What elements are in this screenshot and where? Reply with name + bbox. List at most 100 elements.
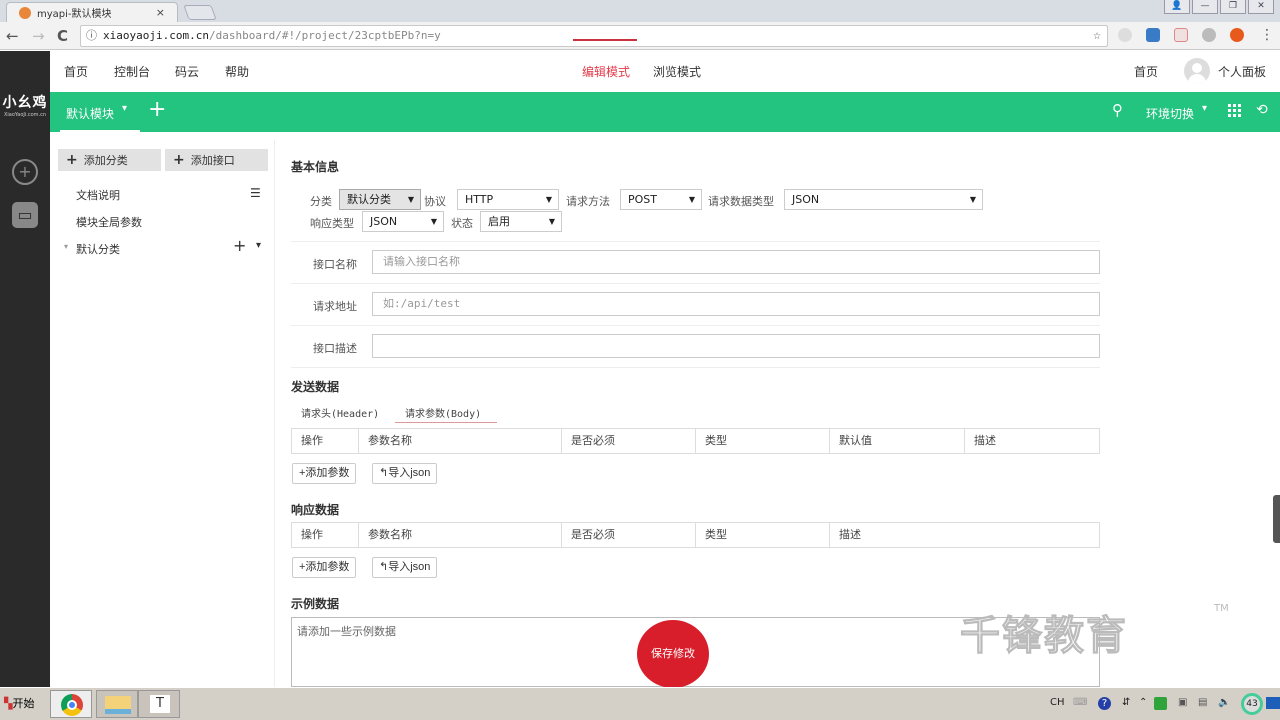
logo-subtext: XiaoYaoJi.com.cn [3,112,47,118]
active-module-underline [60,130,140,132]
info-icon[interactable]: ⓘ [86,26,97,46]
avatar[interactable] [1184,58,1210,84]
close-window-button[interactable]: ✕ [1248,0,1274,14]
tray-app-icon[interactable] [1154,697,1167,710]
interface-desc-input[interactable] [372,334,1100,358]
tab-request-header[interactable]: 请求头(Header) [301,405,379,420]
browser-menu-icon[interactable]: ⋮ [1260,27,1274,43]
extension-icon[interactable] [1146,28,1160,42]
network-icon[interactable]: ▤ [1198,697,1207,708]
add-to-category-icon[interactable]: + [233,236,246,255]
col-desc: 描述 [839,528,861,541]
protocol-label: 协议 [424,195,446,208]
bookmark-star-icon[interactable]: ☆ [1093,26,1101,46]
taskbar-explorer[interactable] [96,690,138,718]
chevron-down-icon[interactable]: ▾ [1202,103,1207,114]
taskbar-chrome[interactable] [50,690,92,718]
nav-right-home[interactable]: 首页 [1134,63,1158,80]
nav-console[interactable]: 控制台 [114,63,150,80]
sidebar-item-default-category[interactable]: 默认分类 [76,241,120,257]
recycle-extension-icon[interactable] [1202,28,1216,42]
import-response-json-button[interactable]: ↰导入json [372,557,438,578]
request-url-input[interactable]: 如:/api/test [372,292,1100,316]
extension-icon[interactable] [1230,28,1244,42]
category-value: 默认分类 [347,193,391,206]
tab-edit-mode[interactable]: 编辑模式 [582,63,630,80]
tab-close-icon[interactable]: × [156,6,165,19]
import-json-button[interactable]: ↰导入json [372,463,438,484]
request-type-select[interactable]: JSON ▼ [784,189,983,210]
interface-name-input[interactable]: 请输入接口名称 [372,250,1100,274]
logo[interactable]: 小幺鸡 XiaoYaoJi.com.cn [0,92,50,118]
add-module-icon[interactable]: + [148,97,166,122]
taskbar-app-t[interactable]: T [138,690,180,718]
browser-tab[interactable]: myapi-默认模块 × [6,2,178,22]
protocol-select[interactable]: HTTP ▼ [457,189,559,210]
taskbar: ▚开始 T CH ⌨ ? ⇵ ⌃ ▣ ▤ 🔈 43 [0,687,1280,720]
folder-icon [105,696,131,714]
language-indicator[interactable]: CH [1050,697,1065,708]
method-select[interactable]: POST ▼ [620,189,702,210]
tab-request-body[interactable]: 请求参数(Body) [405,405,481,420]
extension-icon[interactable] [1118,28,1132,42]
user-panel-link[interactable]: 个人面板 [1218,63,1266,80]
history-icon[interactable]: ⟲ [1256,102,1268,118]
nav-home[interactable]: 首页 [64,63,88,80]
add-param-button[interactable]: +添加参数 [292,463,357,484]
keyboard-icon[interactable]: ⌨ [1073,697,1087,708]
env-switch[interactable]: 环境切换 [1146,105,1194,122]
watermark-tm: TM [1214,603,1229,614]
interface-desc-label: 接口描述 [313,342,357,355]
divider [291,283,1100,284]
add-interface-button[interactable]: + 添加接口 [165,149,268,171]
forward-button[interactable]: → [32,27,45,45]
tab-title: myapi-默认模块 [37,9,112,20]
tab-browse-mode[interactable]: 浏览模式 [653,63,701,80]
show-desktop-icon[interactable] [1266,697,1280,709]
volume-icon[interactable]: 🔈 [1218,697,1230,708]
sidebar-item-doc[interactable]: 文档说明 [76,187,120,203]
section-basic-info: 基本信息 [291,160,340,174]
add-response-param-button[interactable]: +添加参数 [292,557,357,578]
grid-icon[interactable] [1228,104,1241,117]
new-tab-button[interactable] [183,5,217,20]
module-bar: 默认模块 ▾ + ⚲ 环境切换 ▾ ⟲ [50,92,1280,132]
profile-button[interactable]: 👤 [1164,0,1190,14]
maximize-button[interactable]: ❐ [1220,0,1246,14]
scrollbar[interactable] [1273,495,1280,543]
nav-gitee[interactable]: 码云 [175,63,199,80]
response-type-select[interactable]: JSON ▼ [362,211,444,232]
url-input[interactable]: ⓘ xiaoyaoji.com.cn/dashboard/#!/project/… [80,25,1108,47]
collapse-caret-icon[interactable]: ▾ [64,242,68,251]
performance-badge[interactable]: 43 [1241,693,1263,715]
reload-button[interactable]: C [57,27,68,45]
save-button[interactable]: 保存修改 [637,620,709,688]
sidebar-item-global-params[interactable]: 模块全局参数 [76,214,142,230]
category-select[interactable]: 默认分类 ▼ [339,189,421,210]
send-params-table-header: 操作 参数名称 是否必须 类型 默认值 描述 [291,428,1100,454]
chevron-down-icon[interactable]: ▾ [122,103,127,114]
tray-device-icon[interactable]: ▣ [1178,697,1187,708]
start-button[interactable]: ▚开始 [0,691,34,717]
status-select[interactable]: 启用 ▼ [480,211,562,232]
add-project-icon[interactable]: + [12,159,38,185]
list-icon[interactable]: ☰ [250,186,261,200]
show-hidden-icons[interactable]: ⌃ [1139,697,1147,708]
url-path: /dashboard/#!/project/23cptbEPb?n=y [208,29,441,42]
back-button[interactable]: ← [6,27,19,45]
help-icon[interactable]: ? [1098,697,1111,710]
add-category-button[interactable]: + 添加分类 [58,149,161,171]
inbox-icon[interactable]: ▭ [12,202,38,228]
logo-text: 小幺鸡 [2,95,48,111]
method-label: 请求方法 [566,195,610,208]
nav-help[interactable]: 帮助 [225,63,249,80]
active-tab-underline [395,422,497,423]
extension-icon[interactable] [1174,28,1188,42]
search-icon[interactable]: ⚲ [1112,101,1123,119]
module-selector[interactable]: 默认模块 [66,105,114,122]
response-type-value: JSON [370,215,398,228]
request-type-label: 请求数据类型 [708,195,774,208]
minimize-button[interactable]: — [1192,0,1218,14]
ime-icon[interactable]: ⇵ [1122,697,1130,708]
chevron-down-icon[interactable]: ▾ [256,240,261,251]
